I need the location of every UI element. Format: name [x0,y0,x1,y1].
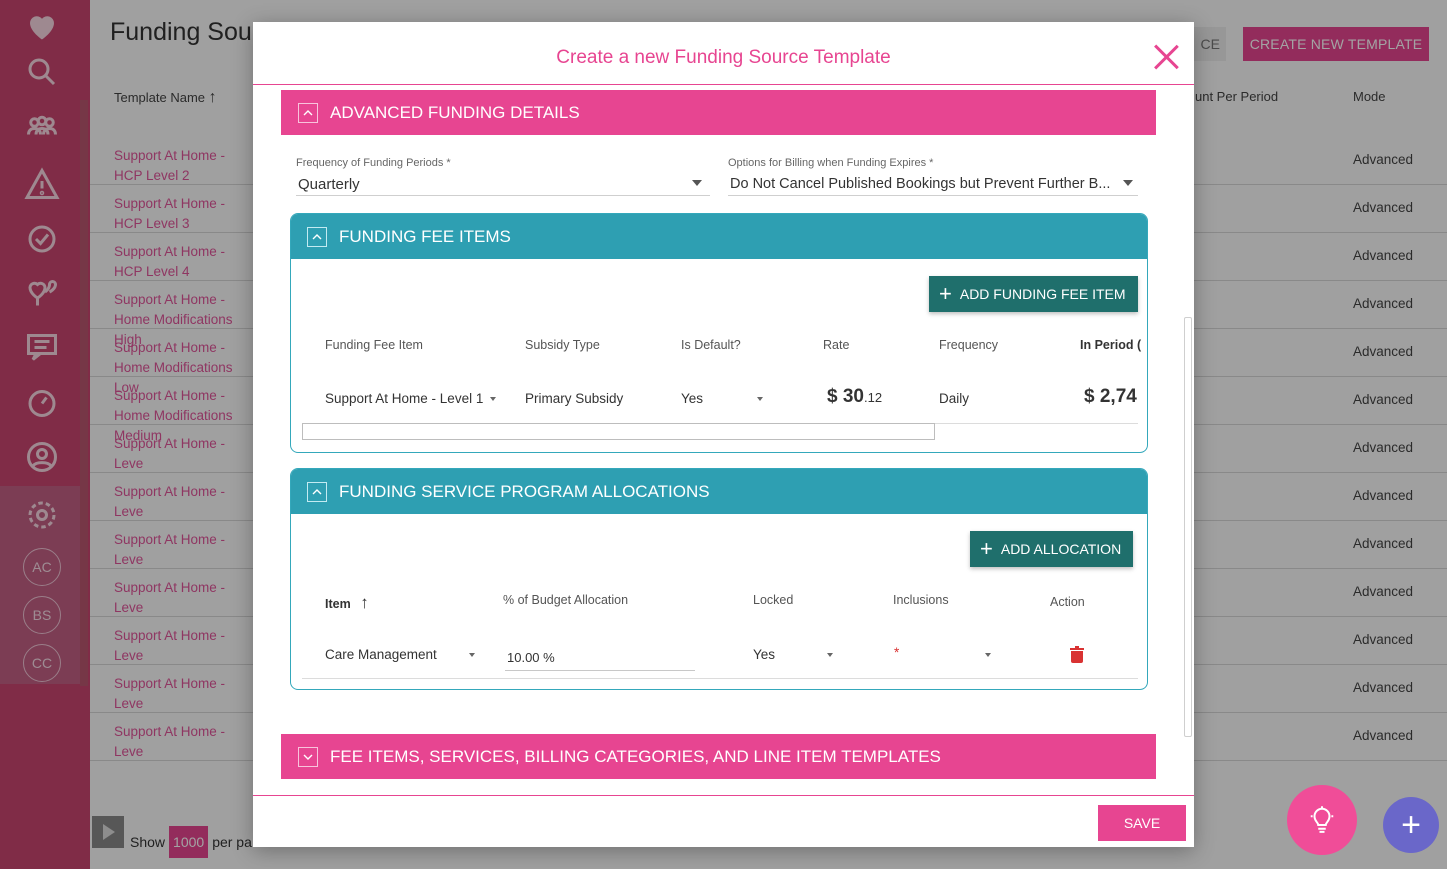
budget-underline [505,670,695,671]
chevron-down-icon[interactable] [1123,180,1133,186]
column-header-budget: % of Budget Allocation [503,593,629,607]
plus-icon: + [980,536,993,561]
add-allocation-button[interactable]: + ADD ALLOCATION [970,531,1134,567]
frequency-underline [296,195,710,196]
column-header-inclusions: Inclusions [893,593,949,607]
chevron-down-icon[interactable] [692,180,702,186]
column-header: Rate [823,338,850,352]
billing-options-label: Options for Billing when Funding Expires… [728,157,934,169]
advanced-funding-details-header[interactable]: ADVANCED FUNDING DETAILS [281,90,1156,135]
section-title: FUNDING SERVICE PROGRAM ALLOCATIONS [339,481,710,501]
button-label: ADD ALLOCATION [1000,541,1122,557]
add-fab[interactable]: + [1383,797,1439,853]
column-header-item[interactable]: Item ↑ [325,593,369,613]
fee-items-services-header[interactable]: FEE ITEMS, SERVICES, BILLING CATEGORIES,… [281,734,1156,779]
chevron-down-icon[interactable] [490,397,496,401]
is-default-select[interactable]: Yes [681,391,703,406]
chevron-up-icon[interactable] [298,102,318,123]
fee-item-select[interactable]: Support At Home - Level 1 [325,391,483,406]
save-button[interactable]: SAVE [1098,805,1186,841]
modal-scrollbar[interactable] [1184,317,1192,737]
column-header: Frequency [939,338,999,352]
in-period-value: $ 2,74 [1084,386,1137,407]
chevron-up-icon[interactable] [307,481,327,502]
column-header: Is Default? [681,338,741,352]
sort-up-icon[interactable]: ↑ [360,593,369,612]
plus-icon: + [939,281,952,306]
frequency-value: Daily [939,391,970,406]
close-icon[interactable] [1153,44,1179,70]
allocation-item-select[interactable]: Care Management [325,647,437,662]
modal-title: Create a new Funding Source Template [556,47,891,68]
section-title: ADVANCED FUNDING DETAILS [330,102,580,122]
button-label: ADD FUNDING FEE ITEM [959,286,1126,302]
modal-footer: SAVE [253,795,1194,847]
chevron-down-icon[interactable] [985,653,991,657]
funding-fee-items-panel: FUNDING FEE ITEMS + ADD FUNDING FEE ITEM… [290,213,1148,453]
chevron-down-icon[interactable] [827,653,833,657]
plus-icon: + [1401,805,1421,844]
row-divider [302,678,1138,679]
column-header: In Period ( [1080,338,1142,352]
allocations-header[interactable]: FUNDING SERVICE PROGRAM ALLOCATIONS [291,469,1147,514]
column-header: Funding Fee Item [325,338,423,352]
billing-options-select[interactable]: Do Not Cancel Published Bookings but Pre… [730,176,1110,192]
column-header: Subsidy Type [525,338,600,352]
section-title: FEE ITEMS, SERVICES, BILLING CATEGORIES,… [330,746,941,766]
budget-allocation-input[interactable]: 10.00 % [507,650,555,665]
chevron-down-icon[interactable] [757,397,763,401]
chevron-down-icon[interactable] [469,653,475,657]
horizontal-scrollbar[interactable] [302,423,935,440]
column-header-action: Action [1050,595,1085,609]
inclusions-select[interactable]: * [894,645,899,660]
funding-fee-items-header[interactable]: FUNDING FEE ITEMS [291,214,1147,259]
column-header-locked: Locked [753,593,794,607]
lightbulb-fab[interactable] [1287,785,1357,855]
allocations-panel: FUNDING SERVICE PROGRAM ALLOCATIONS + AD… [290,468,1148,690]
lightbulb-icon [1310,806,1334,833]
create-template-modal: Create a new Funding Source Template ADV… [253,22,1194,847]
billing-options-underline [728,195,1138,196]
item-header-label: Item [325,597,351,611]
locked-select[interactable]: Yes [753,647,775,662]
frequency-select[interactable]: Quarterly [298,176,360,193]
delete-icon[interactable] [1070,646,1084,663]
rate-value: $ 30.12 [827,386,882,408]
chevron-up-icon[interactable] [307,226,327,247]
rate-cents: .12 [863,390,883,405]
modal-header: Create a new Funding Source Template [253,22,1194,85]
add-funding-fee-item-button[interactable]: + ADD FUNDING FEE ITEM [929,276,1138,312]
subsidy-type: Primary Subsidy [525,391,624,406]
rate-whole: $ 30 [827,386,864,407]
section-title: FUNDING FEE ITEMS [339,226,511,246]
frequency-label: Frequency of Funding Periods * [296,157,451,169]
chevron-down-icon[interactable] [298,746,318,767]
